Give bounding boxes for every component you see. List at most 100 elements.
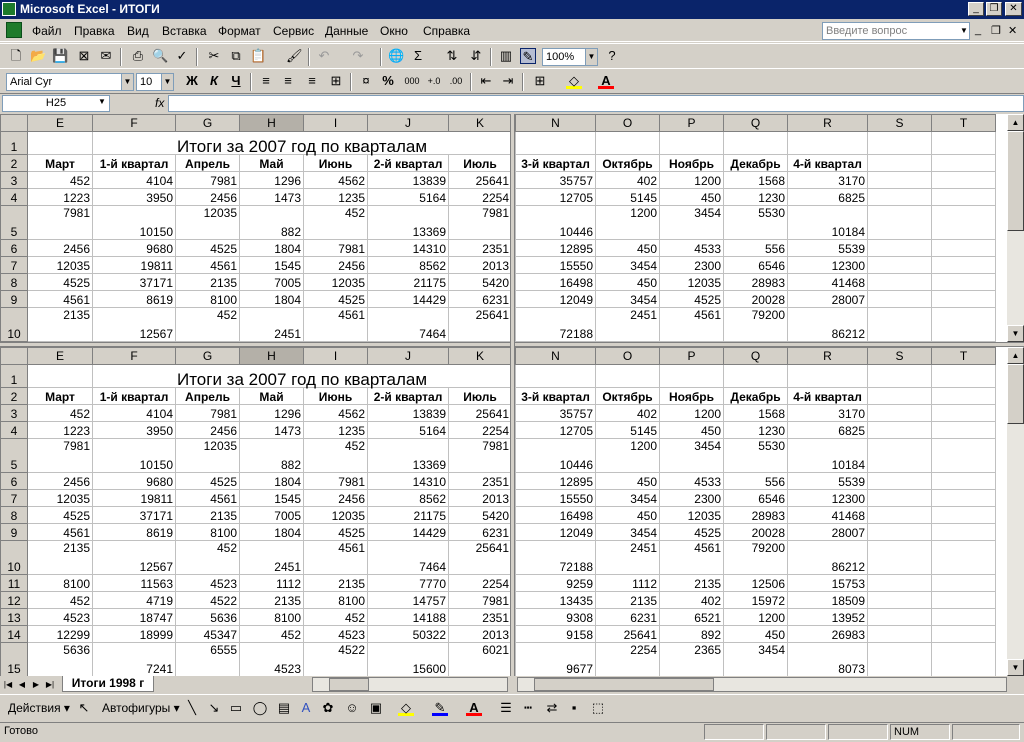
cell[interactable]: 7981 — [303, 472, 368, 490]
cell[interactable]: 12035 — [303, 273, 368, 291]
cell[interactable]: 12035 — [27, 256, 93, 274]
cell[interactable]: 13839 — [367, 404, 449, 422]
cell[interactable] — [515, 364, 596, 388]
column-header[interactable]: K — [448, 114, 510, 132]
cell[interactable]: 1223 — [27, 421, 93, 439]
cell[interactable]: 86212 — [787, 540, 868, 575]
cell[interactable] — [867, 239, 932, 257]
cell[interactable]: 14429 — [367, 523, 449, 541]
column-header[interactable]: S — [867, 114, 932, 132]
column-title-cell[interactable]: Март — [27, 154, 93, 172]
cell[interactable] — [787, 364, 868, 388]
help-search-input[interactable]: Введите вопрос — [822, 22, 970, 40]
cell[interactable]: 4525 — [659, 290, 724, 308]
cell[interactable]: 4525 — [659, 523, 724, 541]
cell[interactable]: 35757 — [515, 171, 596, 189]
cell[interactable]: 2451 — [239, 307, 304, 342]
cell[interactable]: 7981 — [27, 205, 93, 240]
cell[interactable]: 556 — [723, 239, 788, 257]
cell[interactable]: 5164 — [367, 188, 449, 206]
cell[interactable]: 2451 — [595, 540, 660, 575]
cell[interactable]: 9677 — [515, 642, 596, 676]
column-title-cell[interactable]: Июль — [448, 154, 510, 172]
cell[interactable]: 452 — [27, 404, 93, 422]
column-header[interactable]: G — [175, 114, 240, 132]
cell[interactable]: 13839 — [367, 171, 449, 189]
cell[interactable]: 1804 — [239, 290, 304, 308]
cell[interactable]: 1804 — [239, 523, 304, 541]
cell[interactable]: 1296 — [239, 404, 304, 422]
cell[interactable]: 2456 — [175, 188, 240, 206]
autosum-icon[interactable]: Σ — [410, 48, 426, 64]
cell[interactable]: 5636 — [175, 608, 240, 626]
cell[interactable]: 4561 — [175, 489, 240, 507]
increase-indent-icon[interactable]: ⇥ — [500, 73, 516, 89]
left-horizontal-scrollbar[interactable] — [312, 677, 508, 692]
cell[interactable]: 14310 — [367, 239, 449, 257]
cell[interactable]: 1230 — [723, 188, 788, 206]
top-vertical-scrollbar[interactable]: ▲ ▼ — [1007, 114, 1024, 342]
cell[interactable] — [867, 642, 932, 676]
formula-input[interactable] — [168, 95, 1024, 112]
cell[interactable]: 12895 — [515, 239, 596, 257]
cell[interactable]: 6521 — [659, 608, 724, 626]
cell[interactable]: 1230 — [723, 421, 788, 439]
cell[interactable] — [867, 364, 932, 388]
clipart-icon[interactable]: ☺ — [344, 700, 360, 716]
cell[interactable]: 41468 — [787, 506, 868, 524]
cell[interactable] — [867, 540, 932, 575]
cell[interactable]: 1296 — [239, 171, 304, 189]
cell[interactable]: 7241 — [92, 642, 176, 676]
row-header[interactable]: 15 — [0, 642, 28, 676]
cell[interactable]: 2254 — [595, 642, 660, 676]
cell[interactable]: 45347 — [175, 625, 240, 643]
column-header[interactable]: I — [303, 114, 368, 132]
cell[interactable] — [931, 131, 996, 155]
cell[interactable]: 2456 — [27, 239, 93, 257]
rectangle-icon[interactable]: ▭ — [228, 700, 244, 716]
column-header[interactable]: J — [367, 347, 449, 365]
column-title-cell[interactable] — [867, 154, 932, 172]
sheet-title[interactable]: Итоги за 2007 год по кварталам — [92, 131, 510, 155]
cell[interactable]: 1804 — [239, 472, 304, 490]
column-title-cell[interactable]: Ноябрь — [659, 154, 724, 172]
cell[interactable]: 402 — [659, 591, 724, 609]
cell[interactable]: 1235 — [303, 421, 368, 439]
borders-icon[interactable]: ⊞ — [532, 73, 548, 89]
cell[interactable]: 13435 — [515, 591, 596, 609]
cell[interactable]: 20028 — [723, 523, 788, 541]
menu-item-2[interactable]: Вид — [127, 24, 149, 38]
cell[interactable]: 5636 — [27, 642, 93, 676]
cell[interactable]: 25641 — [448, 307, 510, 342]
cell[interactable]: 15753 — [787, 574, 868, 592]
cell[interactable]: 25641 — [448, 540, 510, 575]
column-title-cell[interactable]: Ноябрь — [659, 387, 724, 405]
cell[interactable]: 2456 — [303, 489, 368, 507]
cell[interactable]: 14757 — [367, 591, 449, 609]
cell[interactable]: 35757 — [515, 404, 596, 422]
column-title-cell[interactable]: Апрель — [175, 154, 240, 172]
cell[interactable]: 6546 — [723, 256, 788, 274]
currency-icon[interactable]: ¤ — [358, 73, 374, 89]
italic-button[interactable]: К — [206, 73, 222, 89]
cell[interactable]: 6231 — [595, 608, 660, 626]
row-header[interactable]: 1 — [0, 131, 28, 155]
cell[interactable]: 12299 — [27, 625, 93, 643]
cell[interactable] — [867, 523, 932, 541]
shadow-icon[interactable]: ▪ — [566, 700, 582, 716]
cell[interactable] — [595, 364, 660, 388]
cell[interactable]: 3950 — [92, 421, 176, 439]
right-horizontal-scrollbar[interactable] — [517, 677, 1007, 692]
workbook-icon[interactable] — [6, 22, 22, 38]
cell[interactable]: 2135 — [175, 506, 240, 524]
column-title-cell[interactable]: 2-й квартал — [367, 387, 449, 405]
row-header[interactable]: 3 — [0, 404, 28, 422]
cell[interactable] — [931, 307, 996, 342]
cell[interactable]: 12049 — [515, 523, 596, 541]
row-header[interactable]: 6 — [0, 472, 28, 490]
cell[interactable] — [931, 404, 996, 422]
cell[interactable]: 16498 — [515, 506, 596, 524]
cell[interactable]: 1200 — [723, 608, 788, 626]
cell[interactable]: 1545 — [239, 489, 304, 507]
cell[interactable]: 2135 — [27, 540, 93, 575]
